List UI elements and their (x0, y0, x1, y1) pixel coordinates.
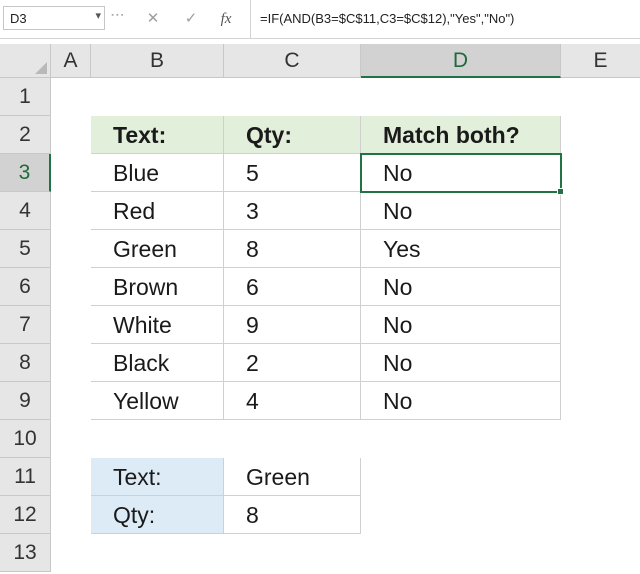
cell-c8[interactable]: 2 (224, 344, 361, 382)
cell-d3[interactable]: No (361, 154, 561, 192)
cell-d9[interactable]: No (361, 382, 561, 420)
cell-c12[interactable]: 8 (224, 496, 361, 534)
cell-c9[interactable]: 4 (224, 382, 361, 420)
cell-c2[interactable]: Qty: (224, 116, 361, 154)
row-header-3[interactable]: 3 (0, 154, 51, 192)
formula-bar-divider (250, 0, 251, 38)
column-header-d[interactable]: D (361, 44, 561, 78)
row-header-11[interactable]: 11 (0, 458, 51, 496)
row-header-7[interactable]: 7 (0, 306, 51, 344)
cell-c4[interactable]: 3 (224, 192, 361, 230)
cell-b4[interactable]: Red (91, 192, 224, 230)
cell-b3[interactable]: Blue (91, 154, 224, 192)
cell-c3[interactable]: 5 (224, 154, 361, 192)
cell-c11[interactable]: Green (224, 458, 361, 496)
name-box-value: D3 (10, 11, 27, 26)
cell-d7[interactable]: No (361, 306, 561, 344)
cell-c7[interactable]: 9 (224, 306, 361, 344)
cell-d4[interactable]: No (361, 192, 561, 230)
column-header-b[interactable]: B (91, 44, 224, 78)
row-header-12[interactable]: 12 (0, 496, 51, 534)
cell-b9[interactable]: Yellow (91, 382, 224, 420)
row-header-2[interactable]: 2 (0, 116, 51, 154)
cell-c6[interactable]: 6 (224, 268, 361, 306)
cell-d5[interactable]: Yes (361, 230, 561, 268)
formula-input[interactable]: =IF(AND(B3=$C$11,C3=$C$12),"Yes","No") (260, 11, 514, 26)
cell-c5[interactable]: 8 (224, 230, 361, 268)
column-header-a[interactable]: A (51, 44, 91, 78)
cell-b5[interactable]: Green (91, 230, 224, 268)
more-options-icon[interactable]: ⋮ (110, 8, 126, 21)
cell-d8[interactable]: No (361, 344, 561, 382)
name-box[interactable]: D3 ▾ (3, 6, 105, 30)
cell-d6[interactable]: No (361, 268, 561, 306)
row-header-10[interactable]: 10 (0, 420, 51, 458)
row-header-9[interactable]: 9 (0, 382, 51, 420)
cell-b12[interactable]: Qty: (91, 496, 224, 534)
insert-function-icon[interactable]: fx (214, 8, 238, 30)
row-header-6[interactable]: 6 (0, 268, 51, 306)
cancel-icon[interactable]: ✕ (142, 8, 164, 30)
cell-b2[interactable]: Text: (91, 116, 224, 154)
select-all-button[interactable] (0, 44, 51, 78)
row-header-8[interactable]: 8 (0, 344, 51, 382)
column-header-e[interactable]: E (561, 44, 640, 78)
chevron-down-icon[interactable]: ▾ (95, 9, 101, 22)
row-header-4[interactable]: 4 (0, 192, 51, 230)
cell-d2[interactable]: Match both? (361, 116, 561, 154)
enter-icon[interactable]: ✓ (180, 8, 202, 30)
cell-b11[interactable]: Text: (91, 458, 224, 496)
cell-b7[interactable]: White (91, 306, 224, 344)
formula-bar: D3 ▾ ⋮ ✕ ✓ fx =IF(AND(B3=$C$11,C3=$C$12)… (0, 0, 640, 39)
row-header-13[interactable]: 13 (0, 534, 51, 572)
cell-b6[interactable]: Brown (91, 268, 224, 306)
row-header-5[interactable]: 5 (0, 230, 51, 268)
cell-b8[interactable]: Black (91, 344, 224, 382)
column-header-c[interactable]: C (224, 44, 361, 78)
row-header-1[interactable]: 1 (0, 78, 51, 116)
